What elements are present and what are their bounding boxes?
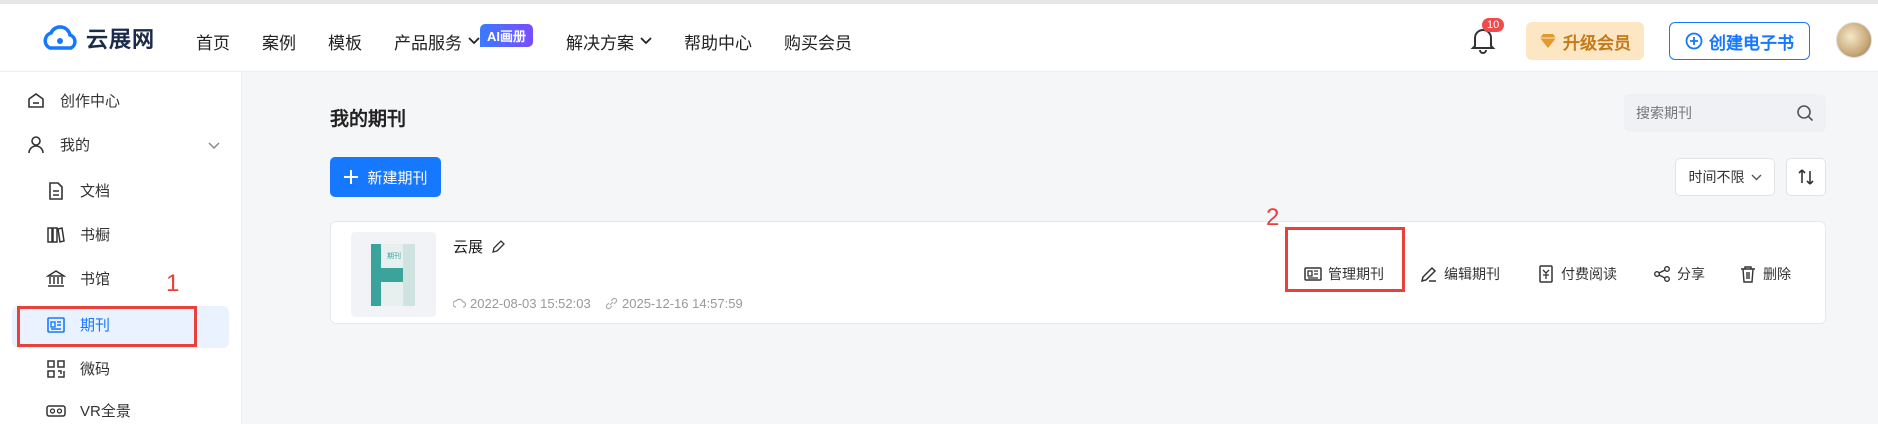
trash-icon [1741,266,1755,283]
home-icon [28,92,44,108]
chevron-down-icon [640,37,652,45]
share-button[interactable]: 分享 [1653,262,1705,286]
sidebar-item-label: 书橱 [80,227,111,244]
create-ebook-button[interactable]: 创建电子书 [1669,22,1810,60]
journal-card[interactable]: 期刊 云展 2022-08-03 15:52:03 2025-12-16 14:… [330,221,1826,324]
journal-name: 云展 [453,239,484,256]
annotation-number-2: 2 [1266,204,1280,231]
annotation-box-2 [1285,227,1405,292]
nav-cases[interactable]: 案例 [262,26,296,56]
document-icon [49,181,63,200]
search-field[interactable] [1624,94,1826,132]
diamond-icon [1540,34,1556,48]
cloud-upload-icon [453,298,466,308]
chevron-down-icon [1751,174,1761,180]
nav-label: 首页 [196,33,230,53]
nav-home[interactable]: 首页 [196,26,230,56]
sidebar-item-label: 文档 [80,183,111,200]
action-label: 删除 [1763,266,1791,282]
new-journal-button[interactable]: 新建期刊 [330,157,441,197]
journal-thumbnail[interactable]: 期刊 [351,232,436,317]
annotation-box-1 [17,306,197,347]
sidebar-item-creation-center[interactable]: 创作中心 [26,90,120,111]
action-label: 分享 [1677,266,1705,282]
search-icon[interactable] [1796,104,1814,122]
share-icon [1654,266,1670,282]
sidebar-item-documents[interactable]: 文档 [46,180,110,201]
yen-doc-icon [1539,265,1553,283]
sidebar-item-label: 创作中心 [60,93,121,110]
cover-label: 期刊 [387,252,401,260]
new-journal-label: 新建期刊 [367,169,428,187]
edit-journal-button[interactable]: 编辑期刊 [1420,262,1500,286]
link-icon [605,297,618,310]
user-icon [28,135,44,153]
cloud-logo-icon [43,25,77,50]
sort-icon [1798,169,1814,185]
create-label: 创建电子书 [1709,33,1794,53]
main-nav: 首页 案例 模板 产品服务 解决方案 帮助中心 购买会员 [196,26,884,56]
delete-button[interactable]: 删除 [1739,262,1791,286]
sidebar: 创作中心 我的 文档 书橱 书馆 期刊 微码 VR全景 [0,72,242,424]
nav-label: 帮助中心 [684,33,752,53]
user-avatar[interactable] [1836,22,1872,58]
sidebar-item-label: 书馆 [80,271,111,288]
page-title: 我的期刊 [330,109,407,130]
paid-reading-button[interactable]: 付费阅读 [1537,262,1617,286]
sidebar-item-label: 我的 [60,137,91,154]
sort-button[interactable] [1786,158,1826,196]
chevron-down-icon [468,37,480,45]
qrcode-icon [47,359,65,378]
sidebar-item-mine[interactable]: 我的 [26,134,90,155]
nav-help[interactable]: 帮助中心 [684,26,752,56]
library-icon [46,269,66,287]
nav-label: 产品服务 [394,33,462,53]
created-time: 2022-08-03 15:52:03 [453,296,591,311]
search-input[interactable] [1636,105,1796,121]
journal-title: 云展 [453,236,506,257]
nav-solutions[interactable]: 解决方案 [566,26,652,56]
edit-icon [1420,266,1437,283]
nav-label: 解决方案 [566,33,634,53]
nav-templates[interactable]: 模板 [328,26,362,56]
notification-count-badge: 10 [1482,18,1505,32]
plus-circle-icon [1685,32,1703,50]
logo-text: 云展网 [86,27,156,52]
nav-label: 案例 [262,33,296,53]
updated-time-value: 2025-12-16 14:57:59 [622,296,743,311]
updated-time: 2025-12-16 14:57:59 [605,296,743,311]
journal-cover-image: 期刊 [371,244,415,306]
logo[interactable]: 云展网 [40,22,155,54]
ai-album-badge[interactable]: AI画册 [480,24,534,47]
sidebar-item-vr-panorama[interactable]: VR全景 [46,400,131,421]
pencil-icon[interactable] [491,239,506,254]
sidebar-item-label: 微码 [80,361,111,378]
sidebar-item-label: VR全景 [80,403,131,420]
plus-icon [344,170,359,184]
vr-icon [46,404,66,417]
time-filter-select[interactable]: 时间不限 [1675,158,1775,196]
sidebar-item-bookshelf[interactable]: 书橱 [46,224,110,245]
nav-buy-membership[interactable]: 购买会员 [784,26,852,56]
action-label: 付费阅读 [1561,266,1617,282]
upgrade-membership-button[interactable]: 升级会员 [1526,22,1644,60]
upgrade-label: 升级会员 [1563,33,1631,53]
time-filter-value: 时间不限 [1688,169,1745,185]
action-label: 编辑期刊 [1444,266,1500,282]
annotation-number-1: 1 [166,270,180,297]
nav-label: 购买会员 [784,33,852,53]
nav-products[interactable]: 产品服务 [394,26,480,56]
bookshelf-icon [47,226,65,243]
sidebar-item-microcode[interactable]: 微码 [46,358,110,379]
nav-label: 模板 [328,33,362,53]
sidebar-item-library[interactable]: 书馆 [46,268,110,289]
created-time-value: 2022-08-03 15:52:03 [470,296,591,311]
chevron-down-icon[interactable] [208,142,220,150]
top-navbar: 云展网 首页 案例 模板 产品服务 解决方案 帮助中心 购买会员 AI画册 10… [0,0,1878,72]
